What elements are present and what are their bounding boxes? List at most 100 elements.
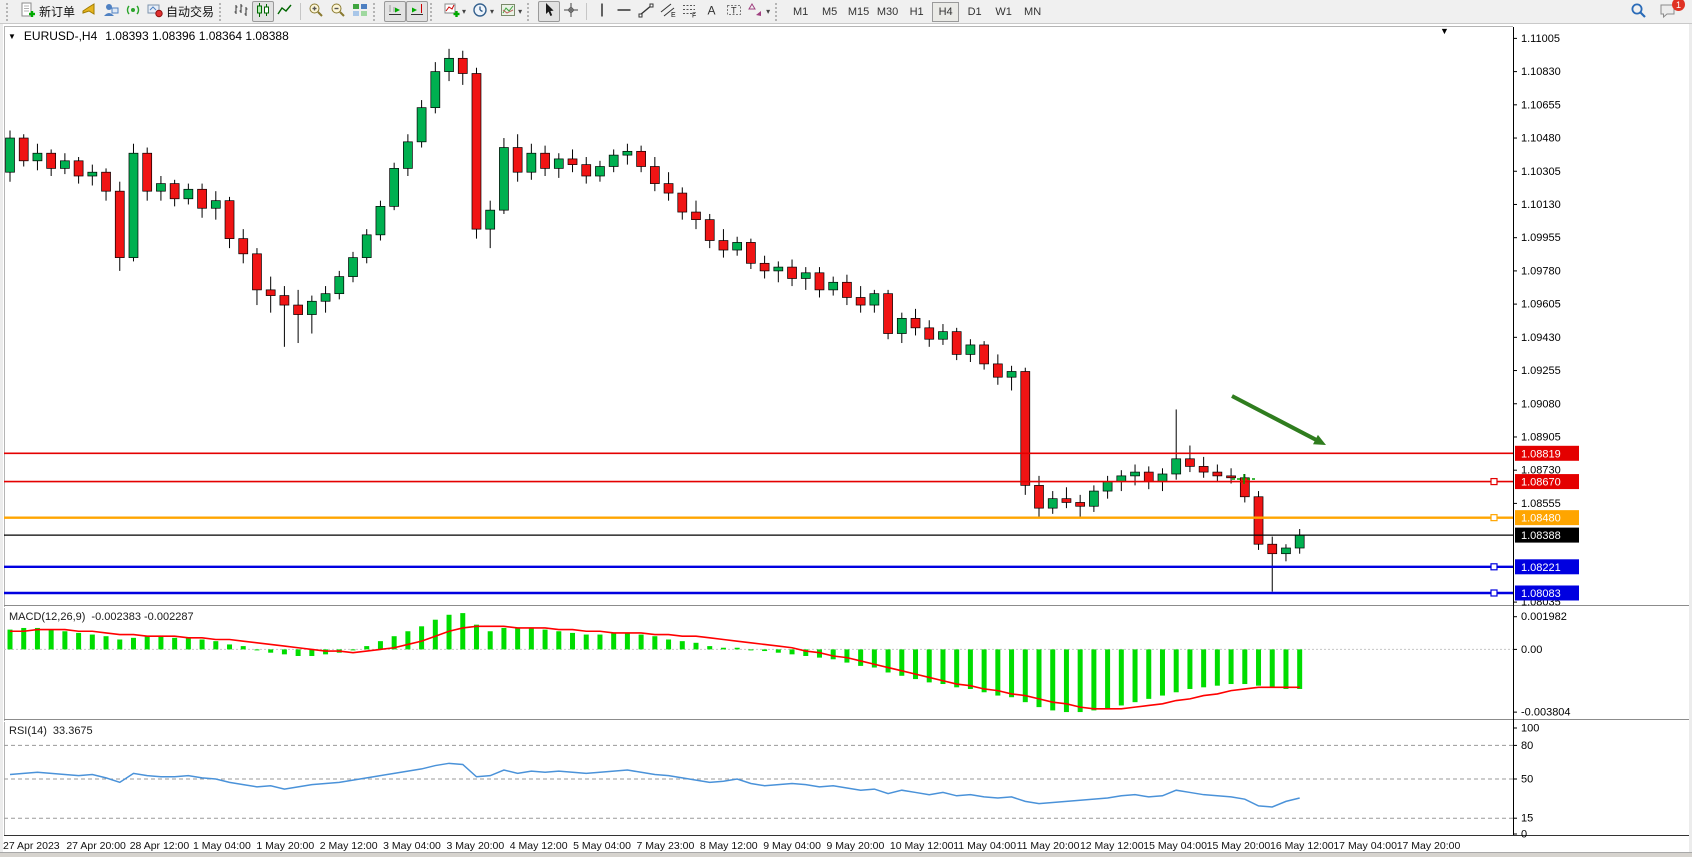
toolbar-grip[interactable] bbox=[775, 3, 782, 21]
chart-collapse-arrow[interactable]: ▼ bbox=[1440, 26, 1449, 36]
svg-text:1.08221: 1.08221 bbox=[1521, 562, 1561, 574]
svg-text:1.09255: 1.09255 bbox=[1521, 365, 1561, 377]
date-label: 1 May 04:00 bbox=[193, 840, 251, 852]
date-label: 2 May 12:00 bbox=[320, 840, 378, 852]
trendline-button[interactable] bbox=[635, 1, 657, 22]
periods-clock-icon bbox=[472, 2, 488, 21]
toolbar-grip[interactable] bbox=[527, 3, 534, 21]
chart-shift-button[interactable] bbox=[406, 1, 428, 22]
signals-button[interactable] bbox=[122, 1, 144, 22]
line-chart-mode-button[interactable] bbox=[274, 1, 296, 22]
date-label: 28 Apr 12:00 bbox=[130, 840, 190, 852]
date-label: 15 May 04:00 bbox=[1143, 840, 1207, 852]
svg-text:80: 80 bbox=[1521, 740, 1533, 752]
svg-text:1.09605: 1.09605 bbox=[1521, 299, 1561, 311]
zoom-in-button[interactable] bbox=[305, 1, 327, 22]
svg-text:1.09955: 1.09955 bbox=[1521, 232, 1561, 244]
search-icon bbox=[1630, 2, 1647, 22]
toolbar-grip[interactable] bbox=[6, 3, 13, 21]
news-button[interactable] bbox=[78, 1, 100, 22]
svg-text:0.001982: 0.001982 bbox=[1521, 611, 1567, 623]
templates-icon bbox=[500, 2, 516, 21]
date-label: 1 May 20:00 bbox=[256, 840, 314, 852]
crosshair-button[interactable] bbox=[560, 1, 582, 22]
svg-text:15: 15 bbox=[1521, 813, 1533, 825]
timeframe-d1[interactable]: D1 bbox=[961, 2, 988, 22]
horizontal-line-button[interactable] bbox=[613, 1, 635, 22]
toolbar-grip[interactable] bbox=[373, 3, 380, 21]
date-label: 16 May 12:00 bbox=[1270, 840, 1334, 852]
timeframe-h1[interactable]: H1 bbox=[903, 2, 930, 22]
cursor-icon bbox=[541, 2, 557, 21]
date-label: 17 May 04:00 bbox=[1333, 840, 1397, 852]
vertical-line-button[interactable] bbox=[591, 1, 613, 22]
notifications-button[interactable]: 1 bbox=[1656, 1, 1680, 22]
date-label: 17 May 20:00 bbox=[1397, 840, 1461, 852]
candle-chart-mode-button[interactable] bbox=[252, 1, 274, 22]
cursor-button[interactable] bbox=[538, 1, 560, 22]
mt4-window: 新订单 自动交易 bbox=[0, 0, 1692, 857]
svg-text:1.10655: 1.10655 bbox=[1521, 99, 1561, 111]
new-order-button[interactable]: 新订单 bbox=[17, 1, 78, 22]
tile-windows-button[interactable] bbox=[349, 1, 371, 22]
timeframe-m5[interactable]: M5 bbox=[816, 2, 843, 22]
svg-text:1.08670: 1.08670 bbox=[1521, 477, 1561, 489]
auto-scroll-button[interactable] bbox=[384, 1, 406, 22]
svg-text:T: T bbox=[731, 6, 737, 16]
chart-area: 1.110051.108301.106551.104801.103051.101… bbox=[0, 24, 1692, 857]
equidistant-channel-button[interactable]: E bbox=[657, 1, 679, 22]
new-order-icon bbox=[20, 2, 36, 21]
timeframe-group: M1M5M15M30H1H4D1W1MN bbox=[786, 2, 1047, 22]
date-label: 9 May 04:00 bbox=[763, 840, 821, 852]
date-label: 3 May 20:00 bbox=[446, 840, 504, 852]
line-chart-icon bbox=[277, 2, 293, 21]
timeframe-w1[interactable]: W1 bbox=[990, 2, 1017, 22]
fibonacci-button[interactable]: F bbox=[679, 1, 701, 22]
new-order-label: 新订单 bbox=[39, 3, 75, 20]
svg-text:-0.003804: -0.003804 bbox=[1521, 707, 1571, 719]
svg-text:E: E bbox=[671, 12, 676, 18]
bar-chart-mode-button[interactable] bbox=[230, 1, 252, 22]
indicators-button[interactable]: ▾ bbox=[441, 1, 469, 22]
date-label: 27 Apr 2023 bbox=[3, 840, 60, 852]
trendline-icon bbox=[638, 2, 654, 21]
toolbar-grip[interactable] bbox=[430, 3, 437, 21]
date-label: 11 May 04:00 bbox=[953, 840, 1016, 852]
timeframe-m15[interactable]: M15 bbox=[845, 2, 872, 22]
autotrading-button[interactable]: 自动交易 bbox=[144, 1, 217, 22]
svg-text:1.09780: 1.09780 bbox=[1521, 265, 1561, 277]
periods-button[interactable]: ▾ bbox=[469, 1, 497, 22]
svg-text:1.11005: 1.11005 bbox=[1521, 33, 1560, 45]
text-label-icon: T bbox=[726, 2, 742, 21]
timeframe-m1[interactable]: M1 bbox=[787, 2, 814, 22]
svg-text:1.09430: 1.09430 bbox=[1521, 332, 1561, 344]
svg-text:1.08905: 1.08905 bbox=[1521, 431, 1561, 443]
search-button[interactable] bbox=[1627, 1, 1650, 22]
notification-badge: 1 bbox=[1672, 0, 1685, 11]
date-label: 10 May 12:00 bbox=[890, 840, 954, 852]
date-label: 9 May 20:00 bbox=[827, 840, 885, 852]
auto-scroll-icon bbox=[387, 2, 403, 21]
timeframe-mn[interactable]: MN bbox=[1019, 2, 1046, 22]
templates-button[interactable]: ▾ bbox=[497, 1, 525, 22]
svg-text:1.10305: 1.10305 bbox=[1521, 166, 1561, 178]
price-chart-canvas[interactable]: 1.110051.108301.106551.104801.103051.101… bbox=[0, 24, 1692, 857]
zoom-in-icon bbox=[308, 2, 324, 21]
scroll-strip[interactable] bbox=[0, 852, 1692, 857]
text-button[interactable]: A bbox=[701, 1, 723, 22]
ohlc-values: 1.08393 1.08396 1.08364 1.08388 bbox=[105, 29, 289, 43]
shapes-button[interactable]: ▾ bbox=[745, 1, 773, 22]
text-label-button[interactable]: T bbox=[723, 1, 745, 22]
news-icon bbox=[81, 2, 97, 21]
toolbar-grip[interactable] bbox=[219, 3, 226, 21]
timeframe-h4[interactable]: H4 bbox=[932, 2, 959, 22]
toolbar: 新订单 自动交易 bbox=[0, 0, 1692, 24]
community-button[interactable] bbox=[100, 1, 122, 22]
zoom-out-button[interactable] bbox=[327, 1, 349, 22]
tile-windows-icon bbox=[352, 2, 368, 21]
rsi-indicator-label: RSI(14) 33.3675 bbox=[9, 725, 93, 737]
timeframe-m30[interactable]: M30 bbox=[874, 2, 901, 22]
date-label: 3 May 04:00 bbox=[383, 840, 441, 852]
chart-title-toggle[interactable]: ▼ bbox=[8, 32, 16, 41]
date-label: 12 May 12:00 bbox=[1080, 840, 1144, 852]
